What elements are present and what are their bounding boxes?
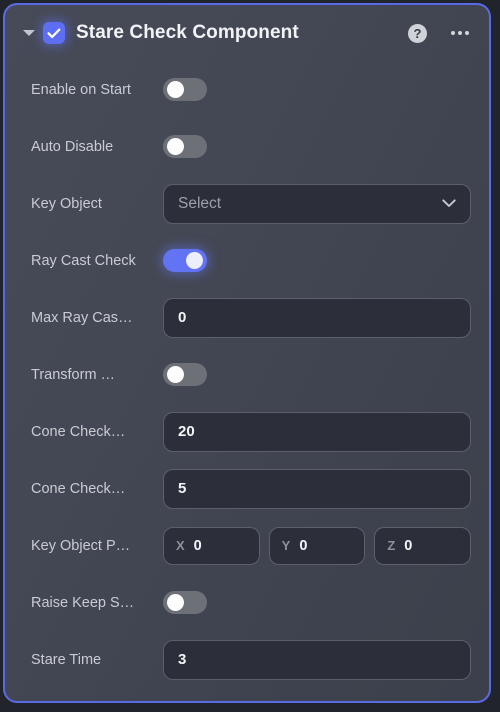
input-value: 5 — [178, 480, 187, 497]
property-label-stare-time: Stare Time — [31, 651, 102, 668]
property-row: Enable on Start — [5, 61, 489, 118]
vector-input-y[interactable]: Y0 — [268, 526, 366, 565]
property-row: Key Object P… X 0 Y 0 Z 0 — [5, 517, 489, 574]
axis-value-x: 0 — [193, 537, 202, 554]
property-row: Cone Check… 20 — [5, 403, 489, 460]
page-title: Stare Check Component — [76, 22, 299, 43]
input-value: 3 — [178, 651, 187, 668]
property-row: Auto Disable — [5, 118, 489, 175]
vector-input-group: X0Y0Z0 — [163, 526, 472, 565]
input-cone-check[interactable]: 5 — [163, 468, 471, 509]
property-label-enable-on-start: Enable on Start — [31, 81, 131, 98]
component-panel: Stare Check Component ? Enable on Start A… — [3, 3, 491, 703]
property-row: Stare Time 3 — [5, 631, 489, 688]
axis-label-z: Z — [387, 538, 396, 553]
input-value: 20 — [178, 423, 195, 440]
toggle-knob — [167, 81, 184, 98]
toggle-transform[interactable] — [163, 363, 207, 386]
property-control: 3 — [163, 639, 471, 680]
select-placeholder: Select — [178, 194, 222, 212]
toggle-knob — [167, 366, 184, 383]
property-label-transform: Transform … — [31, 366, 116, 383]
help-icon[interactable]: ? — [408, 23, 427, 43]
input-value: 0 — [178, 309, 187, 326]
property-label-cone-check: Cone Check… — [31, 480, 126, 497]
axis-value-y: 0 — [299, 537, 308, 554]
axis-label-x: X — [176, 538, 185, 553]
property-label-raise-keep-s: Raise Keep S… — [31, 594, 135, 611]
axis-label-y: Y — [281, 538, 291, 553]
property-rows: Enable on Start Auto Disable Key Object Sel… — [5, 61, 489, 688]
property-row: Raise Keep S… — [5, 574, 489, 631]
property-control: 0 — [163, 297, 471, 338]
vector-input-z[interactable]: Z0 — [374, 526, 472, 565]
property-label-key-object-p: Key Object P… — [31, 537, 131, 554]
axis-value-z: 0 — [404, 537, 413, 554]
input-cone-check[interactable]: 20 — [163, 411, 471, 452]
caret-down-icon[interactable] — [21, 25, 37, 41]
toggle-knob — [167, 594, 184, 611]
property-control: 20 — [163, 411, 471, 452]
property-label-auto-disable: Auto Disable — [31, 138, 114, 155]
property-control — [163, 591, 471, 614]
toggle-ray-cast-check[interactable] — [163, 249, 207, 272]
input-stare-time[interactable]: 3 — [163, 639, 471, 680]
component-enable-checkbox[interactable] — [43, 22, 65, 44]
property-control: Select — [163, 183, 471, 224]
select-key-object[interactable]: Select — [163, 183, 471, 224]
property-control — [163, 135, 471, 158]
chevron-down-icon — [442, 199, 456, 207]
check-icon — [47, 28, 61, 38]
property-row: Ray Cast Check — [5, 232, 489, 289]
property-row: Max Ray Cas… 0 — [5, 289, 489, 346]
property-control — [163, 78, 471, 101]
more-options-icon[interactable] — [451, 31, 469, 35]
property-row: Transform … — [5, 346, 489, 403]
toggle-knob — [167, 138, 184, 155]
property-control: 5 — [163, 468, 471, 509]
property-label-key-object: Key Object — [31, 195, 102, 212]
property-label-cone-check: Cone Check… — [31, 423, 126, 440]
toggle-auto-disable[interactable] — [163, 135, 207, 158]
input-max-ray-cas[interactable]: 0 — [163, 297, 471, 338]
vector-input-x[interactable]: X0 — [163, 526, 260, 565]
property-label-max-ray-cas: Max Ray Cas… — [31, 309, 133, 326]
property-row: Cone Check… 5 — [5, 460, 489, 517]
property-row: Key Object Select — [5, 175, 489, 232]
toggle-enable-on-start[interactable] — [163, 78, 207, 101]
property-label-ray-cast-check: Ray Cast Check — [31, 252, 136, 269]
property-control — [163, 249, 471, 272]
toggle-knob — [186, 252, 203, 269]
property-control — [163, 363, 471, 386]
toggle-raise-keep-s[interactable] — [163, 591, 207, 614]
property-control: X0Y0Z0 — [163, 526, 472, 565]
panel-header: Stare Check Component ? — [5, 5, 489, 61]
